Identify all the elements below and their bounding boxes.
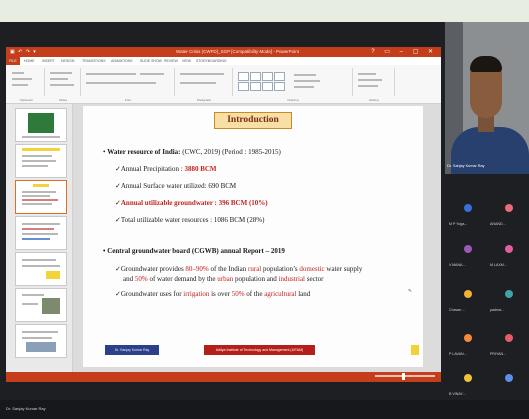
ribbon-label-paragraph: Paragraph <box>196 98 211 102</box>
tab-slide-show[interactable]: SLIDE SHOW <box>140 59 162 63</box>
participant-tile[interactable]: Chavan ... <box>447 282 487 316</box>
ribbon-group-clipboard[interactable]: Clipboard <box>8 68 45 102</box>
item-label: Total utilizable water resources : 1086 … <box>120 216 265 224</box>
slide-thumbnail[interactable] <box>15 288 67 322</box>
section1-item: ✓Annual Precipitation : 3880 BCM <box>115 165 217 173</box>
tab-design[interactable]: DESIGN <box>61 59 74 63</box>
section2-point: ✓Groundwater provides 80–90% of the Indi… <box>115 265 363 273</box>
section2-heading-text: Central groundwater board (CGWB) annual … <box>107 247 285 255</box>
zoom-slider[interactable] <box>375 375 435 377</box>
ribbon-label-drawing: Drawing <box>287 98 299 102</box>
zoom-slider-thumb[interactable] <box>402 373 405 380</box>
tab-transitions[interactable]: TRANSITIONS <box>82 59 106 63</box>
section2-heading: • Central groundwater board (CGWB) annua… <box>103 247 285 255</box>
participant-name: M LAXM... <box>490 263 507 267</box>
tab-insert[interactable]: INSERT <box>42 59 55 63</box>
tab-animations[interactable]: ANIMATIONS <box>111 59 133 63</box>
participant-avatar <box>464 290 472 298</box>
slide-footer-author: Dr. Sanjay Kumar Ray <box>105 345 159 355</box>
participant-avatar <box>505 290 513 298</box>
slide-thumbnail-selected[interactable] <box>15 180 67 214</box>
participant-tile[interactable]: P LAVAN... <box>447 326 487 360</box>
section1-item: ✓Total utilizable water resources : 1086… <box>115 216 265 224</box>
participant-tile[interactable]: PRIYAN... <box>488 326 528 360</box>
ribbon-label-font: Font <box>124 98 131 102</box>
slide-footer-institute: Aditya Institute of Technology and Manag… <box>204 345 315 355</box>
active-speaker-name: Dr. Sanjay Kumar Ray <box>6 406 46 411</box>
ribbon-group-slides[interactable]: Slides <box>46 68 81 102</box>
slide-thumbnails-panel <box>6 104 73 372</box>
mouse-cursor-icon: ⇖ <box>408 288 413 294</box>
item-label: Annual Surface water utilized: 690 BCM <box>120 182 237 190</box>
slide-thumbnail[interactable] <box>15 324 67 358</box>
item-label: Annual utilizable groundwater : 396 BCM … <box>120 199 268 207</box>
ribbon-group-drawing[interactable]: Drawing <box>234 68 353 102</box>
participant-avatar <box>505 334 513 342</box>
section1-item: ✓Annual Surface water utilized: 690 BCM <box>115 182 237 190</box>
participant-tile[interactable]: M LAXM... <box>488 237 528 271</box>
participant-name: M P Yoga... <box>449 222 468 226</box>
status-bar <box>6 372 441 382</box>
window-controls[interactable]: ? ▭ – ▢ ✕ <box>371 48 437 55</box>
participant-name: ANAND... <box>490 222 506 226</box>
slide-thumbnail[interactable] <box>15 108 67 142</box>
presenter-name: Dr. Sanjay Kumar Ray <box>447 164 485 168</box>
participant-avatar <box>505 204 513 212</box>
current-slide[interactable]: Introduction • Water resource of India: … <box>83 106 423 367</box>
tab-review[interactable]: REVIEW <box>164 59 178 63</box>
participant-name: V.MANA... <box>449 263 466 267</box>
ribbon-group-editing[interactable]: Editing <box>354 68 395 102</box>
participant-tile[interactable]: ANAND... <box>488 196 528 230</box>
participant-avatar <box>505 374 513 382</box>
ribbon-group-paragraph[interactable]: Paragraph <box>176 68 233 102</box>
slide-title: Introduction <box>214 112 292 129</box>
participant-tile[interactable]: V.MANA... <box>447 237 487 271</box>
participant-tile[interactable]: M P Yoga... <box>447 196 487 230</box>
participant-name: padma... <box>490 308 504 312</box>
participant-avatar <box>464 334 472 342</box>
title-bar: ▣ ↶ ↷ ▾ Water Crisis (CWFD)_SGP [Compati… <box>6 47 441 57</box>
item-label: Annual Precipitation : <box>120 165 185 173</box>
tab-file[interactable]: FILE <box>6 57 20 65</box>
slide-footer-tag <box>411 345 419 355</box>
participant-avatar <box>464 245 472 253</box>
meeting-frame: ▣ ↶ ↷ ▾ Water Crisis (CWFD)_SGP [Compati… <box>0 0 529 419</box>
slide-thumbnail[interactable] <box>15 144 67 178</box>
section1-heading: • Water resource of India: (CWC, 2019) (… <box>103 148 281 156</box>
meeting-bottom-bar <box>0 400 529 419</box>
section1-heading-rest: (CWC, 2019) (Period : 1985-2015) <box>180 148 281 156</box>
ribbon-group-font[interactable]: Font <box>82 68 175 102</box>
slide-editing-area: Introduction • Water resource of India: … <box>73 104 441 372</box>
ribbon-label-clipboard: Clipboard <box>19 98 33 102</box>
ribbon-label-editing: Editing <box>369 98 379 102</box>
participant-tile[interactable] <box>488 366 528 400</box>
slide-thumbnail[interactable] <box>15 252 67 286</box>
powerpoint-window: ▣ ↶ ↷ ▾ Water Crisis (CWFD)_SGP [Compati… <box>6 47 441 382</box>
participant-name: B VINAY... <box>449 392 466 396</box>
tab-storyboarding[interactable]: STORYBOARDING <box>196 59 227 63</box>
participant-avatar <box>464 204 472 212</box>
presenter-video[interactable]: Dr. Sanjay Kumar Ray <box>445 22 529 174</box>
participant-tile[interactable]: padma... <box>488 282 528 316</box>
section1-item: ✓Annual utilizable groundwater : 396 BCM… <box>115 199 268 207</box>
slide-thumbnail[interactable] <box>15 216 67 250</box>
window-title: Water Crisis (CWFD)_SGP [Compatibility M… <box>176 49 300 54</box>
ribbon: Clipboard Slides Font Paragraph Drawing … <box>6 65 441 104</box>
tab-home[interactable]: HOME <box>24 59 35 63</box>
tab-view[interactable]: VIEW <box>182 59 191 63</box>
participant-name: PRIYAN... <box>490 352 507 356</box>
participant-avatar <box>464 374 472 382</box>
participant-avatar <box>505 245 513 253</box>
ribbon-label-slides: Slides <box>58 98 68 102</box>
participant-tile[interactable]: B VINAY... <box>447 366 487 400</box>
participant-name: Chavan ... <box>449 308 466 312</box>
section2-point-continued: and 50% of water demand by the urban pop… <box>123 275 324 283</box>
participant-name: P LAVAN... <box>449 352 467 356</box>
section2-point: ✓Groundwater uses for irrigation is over… <box>115 290 311 298</box>
section1-heading-bold: Water resource of India: <box>107 148 181 156</box>
item-value: 3880 BCM <box>184 165 217 173</box>
quick-access-toolbar[interactable]: ▣ ↶ ↷ ▾ <box>10 49 37 55</box>
